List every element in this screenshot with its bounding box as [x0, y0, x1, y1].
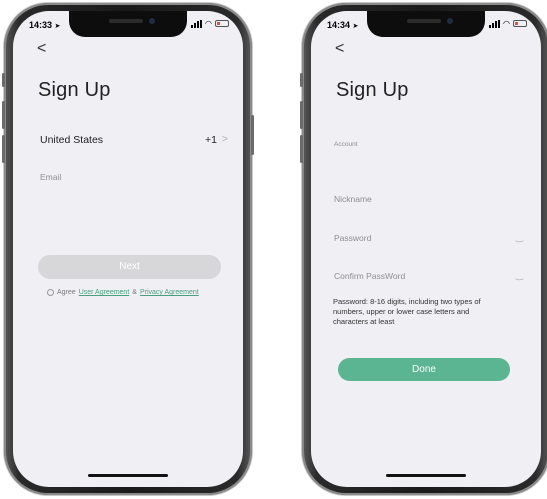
volume-down-button	[300, 135, 303, 163]
volume-down-button	[2, 135, 5, 163]
privacy-agreement-link[interactable]: Privacy Agreement	[140, 289, 199, 296]
status-icons: ◠	[489, 19, 527, 28]
account-label: Account	[334, 141, 358, 148]
done-button[interactable]: Done	[338, 358, 510, 381]
wifi-icon: ◠	[503, 19, 510, 28]
country-name: United States	[40, 134, 104, 146]
screen-left: 14:33 ➤ ◠ < Sign Up United States +1 > E…	[13, 11, 243, 487]
back-button[interactable]: <	[37, 41, 46, 57]
agreement-row: Agree User Agreement & Privacy Agreement	[47, 289, 199, 296]
battery-icon	[215, 20, 229, 27]
chevron-left-icon: <	[335, 40, 345, 57]
password-field[interactable]: Password ‿	[333, 230, 525, 250]
chevron-left-icon: <	[37, 40, 47, 57]
eye-closed-icon[interactable]: ‿	[516, 232, 523, 243]
account-field[interactable]: Account	[333, 139, 525, 163]
confirm-password-field[interactable]: Confirm PassWord ‿	[333, 268, 525, 288]
password-hint: Password: 8-16 digits, including two typ…	[333, 297, 481, 326]
volume-up-button	[2, 101, 5, 129]
signal-icon	[191, 19, 203, 28]
password-label: Password	[334, 233, 372, 243]
country-code: +1	[205, 134, 217, 146]
phone-left: 14:33 ➤ ◠ < Sign Up United States +1 > E…	[2, 3, 254, 495]
phone-right: 14:34 ➤ ◠ < Sign Up Account Nickname Pas…	[300, 3, 547, 495]
next-button[interactable]: Next	[38, 255, 221, 279]
page-title: Sign Up	[38, 79, 111, 101]
email-label: Email	[40, 172, 62, 182]
volume-up-button	[300, 101, 303, 129]
status-time: 14:33 ➤	[29, 20, 61, 30]
battery-icon	[513, 20, 527, 27]
user-agreement-link[interactable]: User Agreement	[79, 289, 130, 296]
country-selector[interactable]: United States +1 >	[13, 131, 243, 151]
home-indicator[interactable]	[88, 474, 168, 477]
notch	[69, 11, 187, 37]
mute-switch	[2, 73, 5, 87]
page-title: Sign Up	[336, 79, 409, 101]
status-time: 14:34 ➤	[327, 20, 359, 30]
eye-closed-icon[interactable]: ‿	[516, 270, 523, 281]
confirm-password-label: Confirm PassWord	[334, 271, 406, 281]
chevron-right-icon: >	[221, 133, 228, 145]
wifi-icon: ◠	[205, 19, 212, 28]
nickname-field[interactable]: Nickname	[333, 191, 525, 211]
notch	[367, 11, 485, 37]
location-arrow-icon: ➤	[54, 23, 61, 30]
back-button[interactable]: <	[335, 41, 344, 57]
location-arrow-icon: ➤	[352, 23, 359, 30]
nickname-label: Nickname	[334, 194, 372, 204]
screen-right: 14:34 ➤ ◠ < Sign Up Account Nickname Pas…	[311, 11, 541, 487]
status-icons: ◠	[191, 19, 229, 28]
signal-icon	[489, 19, 501, 28]
home-indicator[interactable]	[386, 474, 466, 477]
email-field[interactable]: Email	[39, 169, 227, 193]
agree-checkbox[interactable]	[47, 289, 54, 296]
mute-switch	[300, 73, 303, 87]
power-button	[251, 115, 254, 155]
